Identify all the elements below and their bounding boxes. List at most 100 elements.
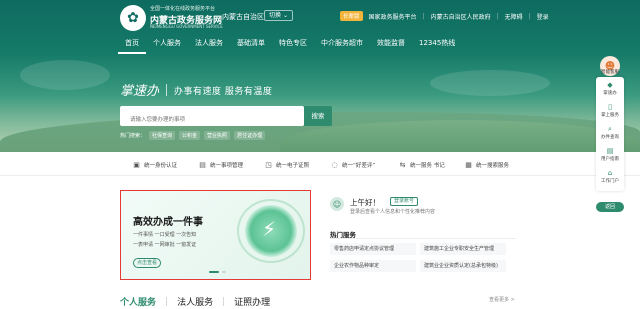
brand-subtitle: 全国一体化在线政务服务平台 xyxy=(150,6,216,12)
avatar: ☺ xyxy=(330,197,344,211)
view-more-link[interactable]: 查看更多 > xyxy=(489,296,515,303)
hot-service-item[interactable]: 企业农作物品种审定 xyxy=(330,260,416,272)
app-icon: ◆ xyxy=(607,81,613,89)
service-tabs: 个人服务 | 法人服务 | 证照办理 xyxy=(120,295,270,309)
link-region-government[interactable]: 内蒙古自治区人民政府 xyxy=(431,12,491,21)
phone-icon: ▯ xyxy=(608,103,612,111)
nav-special-zone[interactable]: 特色专区 xyxy=(272,36,314,54)
sidebar-item-label: 掌速办 xyxy=(603,91,617,96)
switch-label: 切换 xyxy=(269,12,282,19)
greeting: 上午好！ xyxy=(350,198,380,207)
login-hint: 登录后查看个人信息和个性化推荐内容 xyxy=(350,209,436,215)
hot-search-tag[interactable]: 居住证办理 xyxy=(234,131,266,140)
quick-link-items[interactable]: ▤ 统一事项管理 xyxy=(198,160,243,169)
quick-links-bar: ▣ 统一身份认证 ▤ 统一事项管理 ◳ 统一电子证照 ◌ 统一“好差评” ⇆ 统一服务 书… xyxy=(0,154,640,176)
sidebar-item-guide[interactable]: ▤ 用户指南 xyxy=(596,147,624,167)
chat-icon: ◌ xyxy=(331,160,338,169)
assistant-label[interactable]: 智能客服 xyxy=(594,69,626,75)
door-icon: ⌂ xyxy=(607,169,613,177)
nav-personal-services[interactable]: 个人服务 xyxy=(146,36,188,54)
tab-legal-services[interactable]: 法人服务 xyxy=(177,295,213,308)
link-accessibility[interactable]: 无障碍 xyxy=(505,12,523,21)
feature-line: 一件事情 一口受理 一次告知 xyxy=(133,232,197,238)
certificate-icon: ◳ xyxy=(265,160,272,169)
main-nav: 首页 个人服务 法人服务 基础清单 特色专区 中介服务超市 效能监督 12345… xyxy=(118,36,462,54)
sidebar-item-label: 工作门户 xyxy=(601,179,619,184)
quick-link-label: 统一“好差评” xyxy=(342,162,376,169)
divider: | xyxy=(422,12,425,20)
search-box xyxy=(120,106,304,130)
brand-english: NEIMENGGU GOVERNMENT SERVICE xyxy=(150,24,223,29)
lightning-icon: ⚡ xyxy=(262,217,277,241)
nav-basic-list[interactable]: 基础清单 xyxy=(230,36,272,54)
divider: | xyxy=(496,12,499,20)
region-name: 内蒙古自治区 xyxy=(222,13,264,21)
carousel-dot[interactable] xyxy=(222,271,226,273)
grid-icon: ▦ xyxy=(465,160,472,169)
user-card-icon: ▣ xyxy=(133,160,140,169)
hot-service-item[interactable]: 建筑施工企业专职安全生产管理 xyxy=(420,243,506,255)
search-button[interactable]: 搜索 xyxy=(304,106,332,126)
sidebar-item-label: 用户指南 xyxy=(601,157,619,162)
top-links: 长辈版 国家政务服务平台 | 内蒙古自治区人民政府 | 无障碍 | 登录 xyxy=(340,11,549,21)
chevron-down-icon: ⌄ xyxy=(282,12,288,19)
sidebar-item-portal[interactable]: ⌂ 工作门户 xyxy=(596,169,624,189)
login-link[interactable]: 登录 xyxy=(537,12,549,21)
hero-slogan: 办事有速度 服务有温度 xyxy=(174,87,273,97)
site-logo-icon[interactable]: ✿ xyxy=(120,5,146,31)
quick-link-search-service[interactable]: ▦ 统一搜索服务 xyxy=(464,160,509,169)
elder-mode-badge[interactable]: 长辈版 xyxy=(340,11,363,21)
carousel-dot[interactable] xyxy=(209,271,219,273)
calligraphy-logo: 掌速办 xyxy=(120,84,160,99)
hot-search: 热门搜索： 社保查询 公积金 营业执照 居住证办理 xyxy=(120,131,266,140)
hot-search-label: 热门搜索： xyxy=(120,133,146,139)
quick-link-license[interactable]: ◳ 统一电子证照 xyxy=(264,160,309,169)
quick-link-label: 统一搜索服务 xyxy=(476,162,510,169)
quick-link-label: 统一电子证照 xyxy=(276,162,310,169)
hot-search-tag[interactable]: 社保查询 xyxy=(149,131,176,140)
tab-personal-services[interactable]: 个人服务 xyxy=(120,295,156,308)
sidebar-item-query[interactable]: ⌕ 办件查询 xyxy=(596,125,624,145)
nav-efficiency-supervision[interactable]: 效能监督 xyxy=(370,36,412,54)
cloud-decoration xyxy=(20,60,110,90)
login-account-button[interactable]: 登录账号 xyxy=(390,197,419,206)
divider xyxy=(166,84,167,96)
feature-line: 一表申请 一网审批 一窗发证 xyxy=(133,242,197,248)
tab-license-handling[interactable]: 证照办理 xyxy=(234,295,270,308)
sidebar-item-label: 掌上服务 xyxy=(601,113,619,118)
divider: | xyxy=(165,296,169,307)
region-switch-button[interactable]: 切换 ⌄ xyxy=(264,10,293,21)
link-national-platform[interactable]: 国家政务服务平台 xyxy=(369,12,417,21)
book-icon: ▤ xyxy=(606,147,614,155)
hot-service-item[interactable]: 零售药店申请定点协议管理 xyxy=(330,243,416,255)
back-button[interactable]: 返回 xyxy=(596,202,624,212)
hot-search-tag[interactable]: 公积金 xyxy=(179,131,201,140)
nav-home[interactable]: 首页 xyxy=(118,36,146,54)
divider xyxy=(330,238,516,239)
feature-title: 高效办成一件事 xyxy=(133,217,203,228)
view-details-button[interactable]: 点击查看 xyxy=(133,258,161,268)
cloud-decoration xyxy=(430,70,550,96)
hot-service-item[interactable]: 建筑业企业资质认定(总承包特级) xyxy=(420,260,506,272)
nav-legal-services[interactable]: 法人服务 xyxy=(188,36,230,54)
feature-banner-one-thing[interactable]: 高效办成一件事 一件事情 一口受理 一次告知 一表申请 一网审批 一窗发证 点击… xyxy=(120,190,311,280)
nav-hotline-12345[interactable]: 12345热线 xyxy=(412,36,462,54)
search-icon: ⌕ xyxy=(608,125,612,133)
document-icon: ▤ xyxy=(199,160,206,169)
quick-link-service-flow[interactable]: ⇆ 统一服务 书记 xyxy=(398,160,445,169)
quick-link-review[interactable]: ◌ 统一“好差评” xyxy=(330,160,375,169)
flow-icon: ⇆ xyxy=(399,160,406,169)
search-input[interactable] xyxy=(120,110,304,130)
sidebar-item-mobile[interactable]: ▯ 掌上服务 xyxy=(596,103,624,123)
divider: | xyxy=(222,296,226,307)
sidebar-item-app[interactable]: ◆ 掌速办 xyxy=(596,81,624,101)
divider: | xyxy=(528,12,531,20)
quick-link-label: 统一身份认证 xyxy=(144,162,178,169)
quick-link-label: 统一服务 书记 xyxy=(410,162,445,169)
nav-intermediary-market[interactable]: 中介服务超市 xyxy=(314,36,370,54)
sidebar-item-label: 办件查询 xyxy=(601,135,619,140)
carousel-indicator xyxy=(209,271,226,273)
top-bar: ✿ 全国一体化在线政务服务平台 内蒙古政务服务网 NEIMENGGU GOVER… xyxy=(0,0,640,34)
quick-link-identity[interactable]: ▣ 统一身份认证 xyxy=(132,160,177,169)
hot-search-tag[interactable]: 营业执照 xyxy=(204,131,231,140)
